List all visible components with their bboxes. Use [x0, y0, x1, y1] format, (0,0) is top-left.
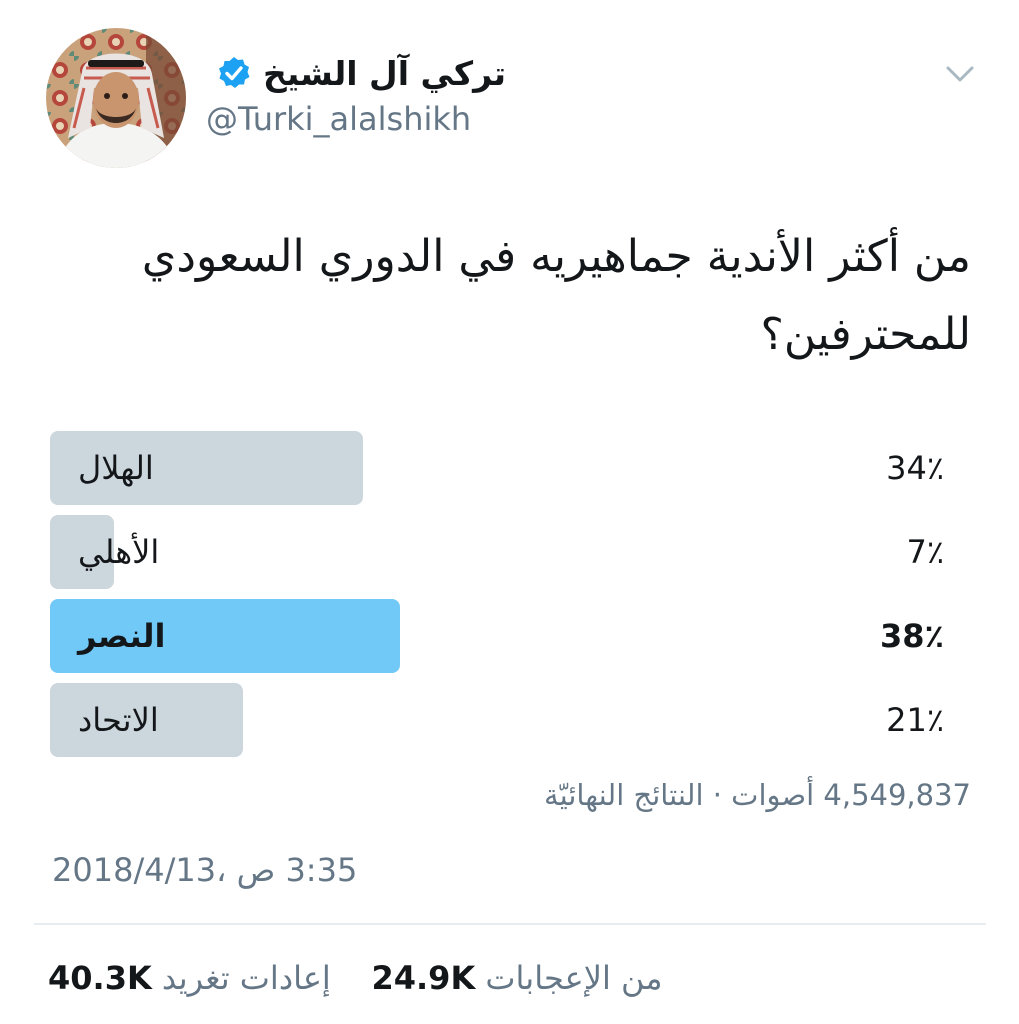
retweets-label: إعادات تغريد: [161, 959, 331, 997]
tweet-text-line-1: من أكثر الأندية جماهيريه في الدوري السعو…: [141, 231, 971, 282]
user-avatar-photo: [46, 28, 186, 168]
user-handle[interactable]: @Turki_alalshikh: [206, 100, 471, 138]
poll-option-alittihad: الاتحاد 21٪: [50, 683, 970, 757]
poll-option-label: النصر: [78, 617, 166, 655]
display-name[interactable]: تركي آل الشيخ: [263, 54, 506, 93]
poll-option-label: الهلال: [78, 449, 154, 487]
divider: [34, 923, 986, 925]
poll-option-label: الأهلي: [78, 533, 160, 571]
tweet-text-line-2: للمحترفين؟: [760, 309, 971, 360]
retweets-count: 40.3K: [48, 959, 152, 997]
verified-badge-icon: [219, 57, 250, 88]
likes-count: 24.9K: [371, 959, 476, 997]
likes-label: من الإعجابات: [485, 959, 663, 997]
poll-option-percent: 21٪: [886, 701, 944, 739]
tweet-card: تركي آل الشيخ @Turki_alalshikh من أكثر ا…: [0, 0, 1019, 1024]
poll-option-alnassr: النصر 38٪: [50, 599, 970, 673]
poll-option-percent: 38٪: [879, 617, 944, 655]
chevron-down-icon[interactable]: [940, 58, 980, 90]
poll-option-percent: 34٪: [886, 449, 944, 487]
likes-stat[interactable]: من الإعجابات 24.9K: [371, 959, 662, 997]
tweet-timestamp[interactable]: 3:35 ص ،2018/4/13: [52, 842, 357, 898]
avatar[interactable]: [46, 28, 186, 168]
user-info[interactable]: تركي آل الشيخ @Turki_alalshikh: [206, 42, 516, 142]
tweet-stats: من الإعجابات 24.9K إعادات تغريد 40.3K: [48, 948, 663, 1008]
poll-option-alhilal: الهلال 34٪: [50, 431, 970, 505]
poll-option-percent: 7٪: [906, 533, 944, 571]
poll-option-label: الاتحاد: [78, 701, 159, 739]
tweet-text: من أكثر الأندية جماهيريه في الدوري السعو…: [51, 218, 971, 374]
name-row: تركي آل الشيخ: [206, 46, 506, 100]
poll-votes-summary: 4,549,837 أصوات · النتائج النهائيّة: [544, 778, 971, 812]
retweets-stat[interactable]: إعادات تغريد 40.3K: [48, 959, 331, 997]
poll-option-alahli: الأهلي 7٪: [50, 515, 970, 589]
